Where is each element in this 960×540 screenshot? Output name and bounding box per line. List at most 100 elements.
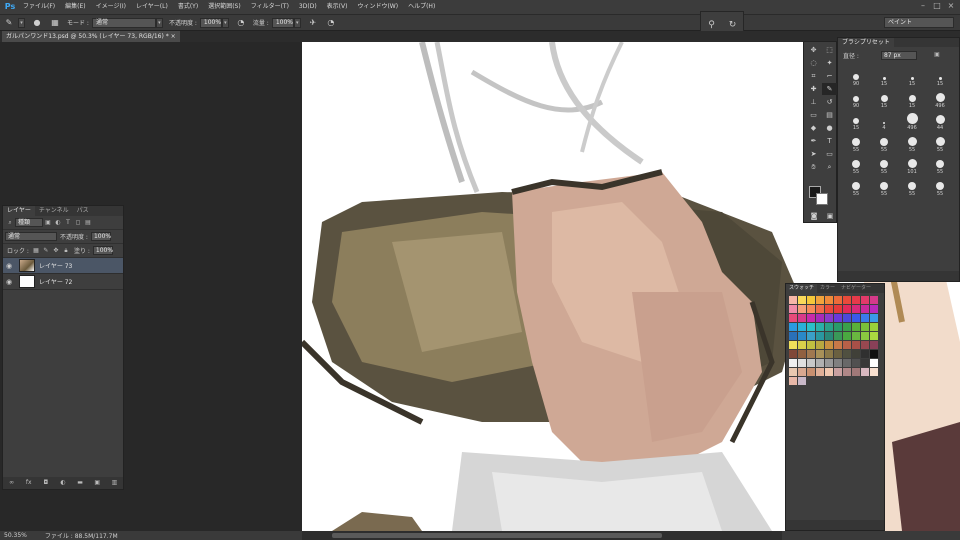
tab-channels[interactable]: チャンネル (35, 206, 73, 216)
color-swatch[interactable] (843, 350, 851, 358)
color-swatch[interactable] (834, 296, 842, 304)
layer-row[interactable]: ◉ レイヤー 72 (3, 274, 123, 290)
tab-color[interactable]: カラー (817, 284, 838, 293)
eyedropper-tool-icon[interactable]: ⌐ (822, 70, 837, 82)
color-swatch[interactable] (825, 359, 833, 367)
color-swatch[interactable] (789, 350, 797, 358)
color-swatch[interactable] (798, 368, 806, 376)
color-swatch[interactable] (825, 314, 833, 322)
quick-mask-icon[interactable]: ◙ (808, 210, 820, 222)
brush-size-picker-icon[interactable]: ● (31, 17, 43, 29)
horizontal-scrollbar[interactable] (302, 531, 782, 540)
shape-tool-icon[interactable]: ▭ (822, 148, 837, 160)
color-swatch[interactable] (789, 368, 797, 376)
color-swatch[interactable] (834, 314, 842, 322)
brush-preset[interactable]: 101 (900, 155, 924, 175)
fill-input[interactable]: 100% (92, 246, 113, 255)
filter-smart-icon[interactable]: ▤ (84, 219, 92, 227)
menu-layer[interactable]: レイヤー(L) (131, 0, 173, 14)
blend-mode-select[interactable]: 通常 (5, 232, 57, 241)
brush-tool-icon[interactable]: ✎ (3, 17, 15, 29)
folder-icon[interactable]: ▬ (76, 479, 84, 487)
healing-tool-icon[interactable]: ✚ (806, 83, 821, 95)
document-tab[interactable]: ガルパンワンド13.psd @ 50.3% (レイヤー 73, RGB/16) … (2, 31, 180, 42)
color-swatch[interactable] (807, 368, 815, 376)
color-swatch[interactable] (789, 332, 797, 340)
eye-icon[interactable]: ◉ (3, 262, 15, 270)
brush-preset[interactable]: 55 (872, 133, 896, 153)
color-swatch[interactable] (870, 305, 878, 313)
close-button[interactable]: × (946, 1, 956, 11)
type-tool-icon[interactable]: T (822, 135, 837, 147)
airbrush-icon[interactable]: ✈ (307, 17, 319, 29)
color-swatch[interactable] (807, 305, 815, 313)
color-swatch[interactable] (816, 314, 824, 322)
color-swatch[interactable] (861, 305, 869, 313)
color-swatch[interactable] (825, 341, 833, 349)
brush-preset[interactable]: 496 (928, 89, 952, 109)
color-swatch[interactable] (870, 296, 878, 304)
menu-filter[interactable]: フィルター(T) (246, 0, 294, 14)
brush-preset[interactable]: 4 (872, 111, 896, 131)
brush-preset[interactable]: 55 (900, 133, 924, 153)
color-swatch[interactable] (789, 314, 797, 322)
menu-select[interactable]: 選択範囲(S) (203, 0, 246, 14)
color-swatch[interactable] (852, 341, 860, 349)
gradient-tool-icon[interactable]: ▤ (822, 109, 837, 121)
brush-preset[interactable]: 496 (900, 111, 924, 131)
menu-help[interactable]: ヘルプ(H) (403, 0, 440, 14)
color-swatch[interactable] (861, 314, 869, 322)
color-swatch[interactable] (834, 359, 842, 367)
color-swatch[interactable] (843, 305, 851, 313)
layer-opacity-input[interactable]: 100% (90, 232, 111, 241)
magic-wand-tool-icon[interactable]: ✦ (822, 57, 837, 69)
menu-3d[interactable]: 3D(D) (294, 0, 322, 14)
scrollbar-thumb[interactable] (332, 533, 662, 538)
color-swatch[interactable] (798, 314, 806, 322)
filter-shape-icon[interactable]: ◻ (74, 219, 82, 227)
brush-preset[interactable]: 15 (900, 89, 924, 109)
color-swatch[interactable] (852, 305, 860, 313)
brush-preset[interactable]: 55 (928, 133, 952, 153)
eye-icon[interactable]: ◉ (3, 278, 15, 286)
color-swatch[interactable] (807, 323, 815, 331)
menu-type[interactable]: 書式(Y) (173, 0, 203, 14)
color-swatch[interactable] (816, 368, 824, 376)
color-swatch[interactable] (816, 350, 824, 358)
color-swatch[interactable] (852, 350, 860, 358)
color-swatch[interactable] (834, 341, 842, 349)
workspace-select[interactable]: ペイント (884, 17, 954, 28)
brush-preset[interactable]: 55 (928, 155, 952, 175)
stamp-tool-icon[interactable]: ⊥ (806, 96, 821, 108)
rotate-view-icon[interactable]: ↻ (726, 18, 740, 32)
color-swatch[interactable] (789, 323, 797, 331)
brush-preset[interactable]: 44 (928, 111, 952, 131)
background-color[interactable] (816, 193, 828, 205)
tab-layers[interactable]: レイヤー (3, 206, 35, 216)
color-swatch[interactable] (825, 305, 833, 313)
adjust-icon[interactable]: ◐ (59, 479, 67, 487)
color-swatch[interactable] (843, 314, 851, 322)
color-swatch[interactable] (870, 314, 878, 322)
brush-tool-icon[interactable]: ✎ (822, 83, 837, 95)
flow-input[interactable]: 100% (271, 17, 294, 28)
color-swatch[interactable] (816, 359, 824, 367)
color-swatch[interactable] (861, 323, 869, 331)
brush-preset[interactable]: 55 (872, 177, 896, 197)
lock-all-icon[interactable]: 🔒︎ (62, 247, 70, 255)
tab-navigator[interactable]: ナビゲーター (838, 284, 874, 293)
lock-brush-icon[interactable]: ✎ (42, 247, 50, 255)
new-layer-icon[interactable]: ▣ (93, 479, 101, 487)
trash-icon[interactable]: ▥ (110, 479, 118, 487)
lock-move-icon[interactable]: ✥ (52, 247, 60, 255)
new-brush-icon[interactable]: ▣ (933, 51, 941, 59)
filter-adjust-icon[interactable]: ◐ (54, 219, 62, 227)
link-icon[interactable]: ∞ (8, 479, 16, 487)
mode-dropdown[interactable]: ▾ (155, 17, 163, 28)
color-swatch[interactable] (843, 323, 851, 331)
opacity-input[interactable]: 100% (199, 17, 222, 28)
brush-preset[interactable]: 55 (900, 177, 924, 197)
color-swatch[interactable] (861, 368, 869, 376)
menu-edit[interactable]: 編集(E) (60, 0, 90, 14)
color-swatch[interactable] (852, 368, 860, 376)
